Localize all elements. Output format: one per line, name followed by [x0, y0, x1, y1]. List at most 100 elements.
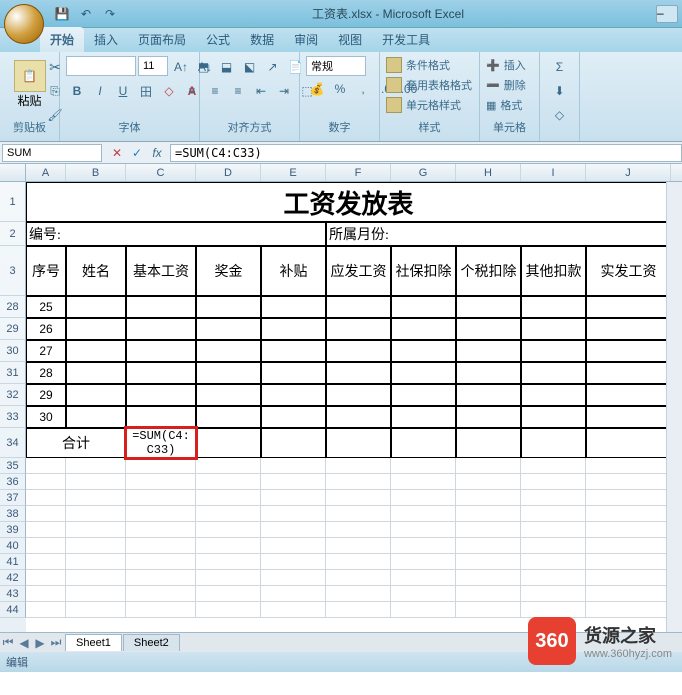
empty-cell[interactable]: [391, 602, 456, 618]
border-icon[interactable]: 田: [135, 80, 157, 102]
total-cell[interactable]: [456, 428, 521, 458]
row-header-32[interactable]: 32: [0, 384, 26, 406]
data-cell[interactable]: 28: [26, 362, 66, 384]
data-cell[interactable]: [456, 296, 521, 318]
row-header-33[interactable]: 33: [0, 406, 26, 428]
data-cell[interactable]: [521, 340, 586, 362]
sheet-nav-next-icon[interactable]: ▶: [32, 635, 48, 651]
table-header-7[interactable]: 个税扣除: [456, 246, 521, 296]
empty-cell[interactable]: [196, 570, 261, 586]
data-cell[interactable]: [586, 406, 671, 428]
empty-cell[interactable]: [391, 490, 456, 506]
empty-cell[interactable]: [326, 586, 391, 602]
data-cell[interactable]: [66, 384, 126, 406]
empty-cell[interactable]: [521, 458, 586, 474]
empty-cell[interactable]: [521, 554, 586, 570]
empty-cell[interactable]: [521, 506, 586, 522]
sheet-nav-prev-icon[interactable]: ◀: [16, 635, 32, 651]
data-cell[interactable]: [391, 406, 456, 428]
align-center-icon[interactable]: ≡: [204, 80, 226, 102]
data-cell[interactable]: [391, 296, 456, 318]
empty-cell[interactable]: [456, 570, 521, 586]
data-cell[interactable]: [391, 340, 456, 362]
empty-cell[interactable]: [391, 538, 456, 554]
name-box[interactable]: SUM: [2, 144, 102, 162]
row-header-44[interactable]: 44: [0, 602, 26, 618]
empty-cell[interactable]: [66, 474, 126, 490]
data-cell[interactable]: [456, 406, 521, 428]
orientation-icon[interactable]: ↗: [262, 56, 284, 78]
data-cell[interactable]: [66, 296, 126, 318]
data-cell[interactable]: 27: [26, 340, 66, 362]
empty-cell[interactable]: [456, 586, 521, 602]
increase-font-icon[interactable]: A↑: [170, 56, 192, 78]
row-header-35[interactable]: 35: [0, 458, 26, 474]
empty-cell[interactable]: [126, 522, 196, 538]
empty-cell[interactable]: [126, 570, 196, 586]
empty-cell[interactable]: [261, 554, 326, 570]
cancel-formula-icon[interactable]: ✕: [108, 144, 126, 162]
data-cell[interactable]: [586, 362, 671, 384]
empty-cell[interactable]: [391, 570, 456, 586]
formula-input[interactable]: [170, 144, 682, 162]
empty-cell[interactable]: [26, 522, 66, 538]
data-cell[interactable]: [261, 340, 326, 362]
data-cell[interactable]: [456, 362, 521, 384]
data-cell[interactable]: [456, 340, 521, 362]
empty-cell[interactable]: [521, 570, 586, 586]
empty-cell[interactable]: [521, 490, 586, 506]
empty-cell[interactable]: [26, 538, 66, 554]
empty-cell[interactable]: [26, 490, 66, 506]
row-header-2[interactable]: 2: [0, 222, 26, 246]
data-cell[interactable]: [586, 296, 671, 318]
data-cell[interactable]: 29: [26, 384, 66, 406]
data-cell[interactable]: [261, 384, 326, 406]
table-header-0[interactable]: 序号: [26, 246, 66, 296]
empty-cell[interactable]: [66, 522, 126, 538]
spreadsheet-grid[interactable]: ABCDEFGHIJ 12328293031323334353637383940…: [0, 164, 682, 632]
table-header-3[interactable]: 奖金: [196, 246, 261, 296]
title-cell[interactable]: 工资发放表: [26, 182, 671, 222]
empty-cell[interactable]: [586, 538, 671, 554]
decrease-indent-icon[interactable]: ⇤: [250, 80, 272, 102]
empty-cell[interactable]: [586, 490, 671, 506]
empty-cell[interactable]: [196, 506, 261, 522]
column-header-J[interactable]: J: [586, 164, 671, 181]
underline-icon[interactable]: U: [112, 80, 134, 102]
enter-formula-icon[interactable]: ✓: [128, 144, 146, 162]
undo-icon[interactable]: ↶: [76, 4, 96, 24]
fill-color-icon[interactable]: ◇: [158, 80, 180, 102]
table-header-8[interactable]: 其他扣款: [521, 246, 586, 296]
empty-cell[interactable]: [586, 602, 671, 618]
empty-cell[interactable]: [196, 490, 261, 506]
data-cell[interactable]: 30: [26, 406, 66, 428]
empty-cell[interactable]: [66, 506, 126, 522]
empty-cell[interactable]: [586, 458, 671, 474]
data-cell[interactable]: [66, 362, 126, 384]
row-header-29[interactable]: 29: [0, 318, 26, 340]
column-header-F[interactable]: F: [326, 164, 391, 181]
tab-home[interactable]: 开始: [40, 27, 84, 52]
office-button[interactable]: [4, 4, 44, 44]
total-cell[interactable]: [521, 428, 586, 458]
delete-cells-button[interactable]: ➖删除: [486, 76, 526, 94]
column-header-D[interactable]: D: [196, 164, 261, 181]
row-header-3[interactable]: 3: [0, 246, 26, 296]
empty-cell[interactable]: [391, 586, 456, 602]
data-cell[interactable]: [261, 406, 326, 428]
fill-icon[interactable]: ⬇: [549, 80, 571, 102]
empty-cell[interactable]: [326, 458, 391, 474]
empty-cell[interactable]: [391, 554, 456, 570]
column-header-I[interactable]: I: [521, 164, 586, 181]
empty-cell[interactable]: [586, 554, 671, 570]
format-painter-icon[interactable]: 🖌: [44, 104, 66, 126]
data-cell[interactable]: [196, 296, 261, 318]
empty-cell[interactable]: [391, 506, 456, 522]
format-as-table-button[interactable]: 套用表格格式: [386, 76, 472, 94]
empty-cell[interactable]: [196, 586, 261, 602]
cell-styles-button[interactable]: 单元格样式: [386, 96, 461, 114]
row-header-1[interactable]: 1: [0, 182, 26, 222]
data-cell[interactable]: [391, 362, 456, 384]
empty-cell[interactable]: [391, 458, 456, 474]
data-cell[interactable]: [326, 296, 391, 318]
